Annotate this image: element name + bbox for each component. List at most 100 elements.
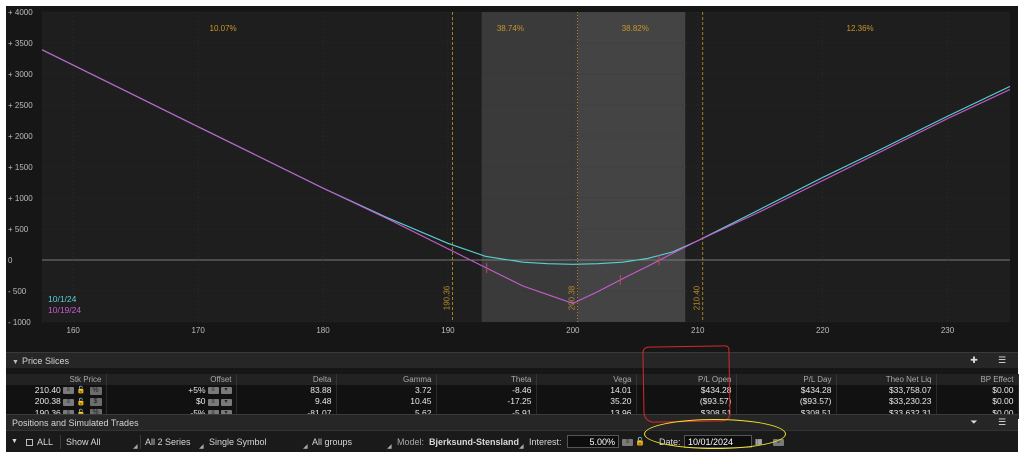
col-stk-price[interactable]: Stk Price [6,374,107,385]
stk-price-value[interactable]: 200.38 [35,396,61,406]
chevron-down-icon[interactable]: ▼ [12,359,19,366]
model-dropdown[interactable]: Bjerksund-Stensland [429,435,519,449]
probability-label: 38.82% [622,24,649,33]
symbol-dropdown[interactable]: Single Symbol [209,435,267,449]
interest-label: Interest: [529,437,562,447]
gamma-cell: 10.45 [336,396,437,408]
all-checkbox[interactable] [26,439,33,446]
dropdown-arrow-icon[interactable]: ◢ [303,443,308,450]
x-tick-label: 230 [941,326,955,335]
col-pl-day[interactable]: P/L Day [736,374,837,385]
menu-icon[interactable]: ☰ [996,355,1008,366]
bp-effect-cell: $0.00 [936,396,1019,408]
show-all-dropdown[interactable]: Show All [66,435,101,449]
unit-toggle[interactable]: $ [89,398,102,406]
y-tick-label: + 1500 [8,163,33,172]
dropdown-arrow-icon[interactable]: ◢ [199,443,204,450]
stk-price-value[interactable]: 210.40 [35,385,61,395]
x-tick-label: 170 [191,326,205,335]
dropdown-arrow-icon[interactable]: ◢ [519,443,524,450]
y-tick-label: + 3000 [8,70,33,79]
offset-value[interactable]: +5% [188,385,205,395]
risk-profile-chart[interactable]: + 4000 + 3500 + 3000 + 2500 + 2000 + 1500 + 10… [6,6,1018,352]
x-tick-label: 180 [316,326,330,335]
probability-label: 12.36% [847,24,874,33]
positions-header[interactable]: Positions and Simulated Trades ⏷ ☰ [6,414,1018,430]
table-header-row: Stk Price Offset Delta Gamma Theta Vega … [6,374,1019,385]
x-tick-label: 160 [67,326,81,335]
y-tick-label: + 1000 [8,194,33,203]
risk-profile-window: + 4000 + 3500 + 3000 + 2500 + 2000 + 1500 + 10… [6,6,1019,452]
dropdown-arrow-icon[interactable]: ◢ [387,443,392,450]
series-dropdown[interactable]: All 2 Series [145,435,191,449]
col-bp-effect[interactable]: BP Effect [936,374,1019,385]
unit-toggle[interactable]: % [89,386,102,395]
lock-icon[interactable]: 🔓 [635,435,645,449]
model-label: Model: [397,437,425,447]
legend-entry: 10/1/24 [48,294,77,304]
col-vega[interactable]: Vega [536,374,637,385]
delta-cell: 83.88 [236,385,337,397]
y-tick-label: - 500 [8,287,27,296]
y-tick-label: + 4000 [8,8,33,17]
lock-icon[interactable]: 🔓 [77,397,86,408]
filter-icon[interactable]: ⏷ [968,417,980,428]
stepper-icon[interactable]: ≡ [207,398,219,406]
pl-day-cell: $434.28 [736,385,837,397]
table-row: 200.38 ≡ 🔓 $ $0 ≡ ▾ 9.48 10.45 -17.25 35.20 (… [6,396,1019,408]
pl-day-cell: ($93.57) [736,396,837,408]
probability-band-left [481,12,578,322]
all-label: ALL [37,437,54,447]
delta-cell: 9.48 [236,396,337,408]
price-slices-header[interactable]: ▼ Price Slices ✚ ☰ [6,352,1018,368]
y-tick-label: 0 [8,256,13,265]
stepper-icon[interactable]: ≡ [622,439,633,446]
price-marker-label: 210.40 [693,285,702,310]
y-tick-label: + 3500 [8,39,33,48]
stepper-icon[interactable]: ≡ [62,387,74,395]
x-tick-label: 190 [441,326,455,335]
positions-title: Positions and Simulated Trades [12,418,139,428]
y-tick-label: + 2000 [8,132,33,141]
theta-cell: -8.46 [436,385,537,397]
col-theta[interactable]: Theta [436,374,537,385]
probability-band-right [577,12,686,322]
expand-chevron-icon[interactable]: ▼ [11,435,18,449]
price-marker-label: 190.36 [442,285,451,310]
legend-entry: 10/19/24 [48,305,81,315]
bp-effect-cell: $0.00 [936,385,1019,397]
interest-input[interactable]: 5.00% [567,435,619,448]
theo-net-liq-cell: $33,230.23 [836,396,937,408]
table-row: 210.40 ≡ 🔓% +5% ≡ ▾ 83.88 3.72 -8.46 14.01 $… [6,385,1019,397]
lock-icon[interactable]: 🔓 [77,385,86,396]
date-annotation [644,419,786,449]
vega-cell: 14.01 [536,385,637,397]
y-tick-label: + 500 [8,225,29,234]
probability-label: 38.74% [497,24,524,33]
stepper-icon[interactable]: ≡ [207,387,219,395]
dropdown-icon[interactable]: ▾ [220,398,232,406]
y-tick-label: - 1000 [8,318,31,327]
dropdown-arrow-icon[interactable]: ◢ [133,443,138,450]
menu-icon[interactable]: ☰ [996,417,1008,428]
dropdown-icon[interactable]: ▾ [220,387,232,395]
col-delta[interactable]: Delta [236,374,337,385]
col-theo-net-liq[interactable]: Theo Net Liq [836,374,937,385]
x-tick-label: 200 [566,326,580,335]
theta-cell: -17.25 [436,396,537,408]
col-offset[interactable]: Offset [106,374,237,385]
col-gamma[interactable]: Gamma [336,374,437,385]
price-slices-table: Stk Price Offset Delta Gamma Theta Vega … [6,374,1019,419]
add-icon[interactable]: ✚ [968,355,980,366]
groups-dropdown[interactable]: All groups [312,435,352,449]
offset-value[interactable]: $0 [196,396,205,406]
x-tick-label: 220 [816,326,830,335]
pl-open-annotation [642,345,731,423]
vega-cell: 35.20 [536,396,637,408]
theo-net-liq-cell: $33,758.07 [836,385,937,397]
y-tick-label: + 2500 [8,101,33,110]
price-marker-label: 200.38 [568,285,577,310]
x-tick-label: 210 [691,326,705,335]
price-slices-title: Price Slices [21,356,69,366]
stepper-icon[interactable]: ≡ [62,398,74,406]
